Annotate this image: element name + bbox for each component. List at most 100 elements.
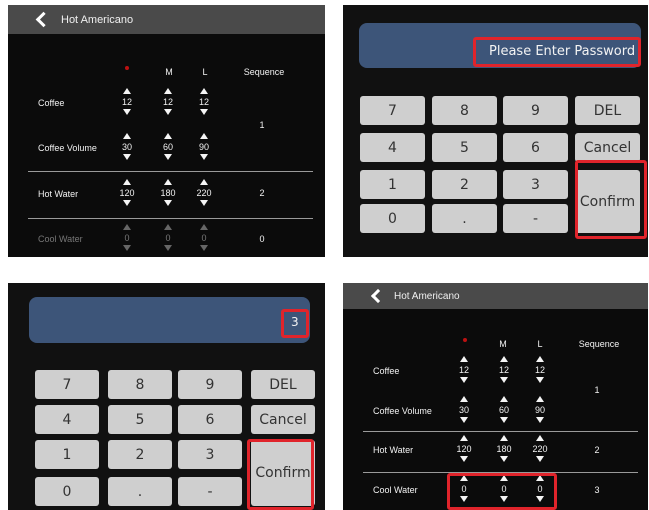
increase-arrow-icon[interactable] xyxy=(460,356,468,362)
column-sequence: Sequence xyxy=(243,67,285,77)
recipe-screen-after: Hot Americano M L Sequence Coffee 12 12 12 C… xyxy=(343,283,648,510)
row-value: 60 xyxy=(498,405,509,415)
increase-arrow-icon[interactable] xyxy=(500,356,508,362)
decrease-arrow-icon[interactable] xyxy=(536,456,544,462)
decrease-arrow-icon[interactable] xyxy=(500,417,508,423)
key-5[interactable]: 5 xyxy=(108,405,172,434)
confirm-highlight xyxy=(247,439,314,510)
key-del[interactable]: DEL xyxy=(251,370,315,399)
decrease-arrow-icon[interactable] xyxy=(164,154,172,160)
key-dot[interactable]: . xyxy=(108,477,172,506)
row-value: 12 xyxy=(162,97,173,107)
key-2[interactable]: 2 xyxy=(432,170,497,199)
confirm-highlight xyxy=(575,160,647,239)
key-dot[interactable]: . xyxy=(432,204,497,233)
decrease-arrow-icon[interactable] xyxy=(123,200,131,206)
increase-arrow-icon[interactable] xyxy=(164,133,172,139)
key-0[interactable]: 0 xyxy=(35,477,99,506)
key-cancel[interactable]: Cancel xyxy=(575,133,640,162)
increase-arrow-icon[interactable] xyxy=(460,435,468,441)
decrease-arrow-icon[interactable] xyxy=(200,154,208,160)
increase-arrow-icon[interactable] xyxy=(536,435,544,441)
key-7[interactable]: 7 xyxy=(360,96,425,125)
key-2[interactable]: 2 xyxy=(108,440,172,469)
increase-arrow-icon[interactable] xyxy=(123,133,131,139)
decrease-arrow-icon[interactable] xyxy=(123,154,131,160)
decrease-arrow-icon[interactable] xyxy=(536,377,544,383)
key-1[interactable]: 1 xyxy=(35,440,99,469)
key-9[interactable]: 9 xyxy=(178,370,242,399)
increase-arrow-icon[interactable] xyxy=(123,224,131,230)
row-value: 0 xyxy=(124,233,130,243)
entered-value: 3 xyxy=(291,315,299,329)
key-4[interactable]: 4 xyxy=(35,405,99,434)
row-value: 220 xyxy=(196,188,212,198)
key-6[interactable]: 6 xyxy=(503,133,568,162)
row-label: Coffee Volume xyxy=(373,406,432,416)
key-minus[interactable]: - xyxy=(178,477,242,506)
decrease-arrow-icon[interactable] xyxy=(536,417,544,423)
increase-arrow-icon[interactable] xyxy=(500,396,508,402)
decrease-arrow-icon[interactable] xyxy=(123,109,131,115)
key-1[interactable]: 1 xyxy=(360,170,425,199)
decrease-arrow-icon[interactable] xyxy=(500,377,508,383)
increase-arrow-icon[interactable] xyxy=(200,133,208,139)
sequence-value: 2 xyxy=(594,445,600,455)
key-3[interactable]: 3 xyxy=(503,170,568,199)
decrease-arrow-icon[interactable] xyxy=(500,456,508,462)
decrease-arrow-icon[interactable] xyxy=(200,200,208,206)
decrease-arrow-icon[interactable] xyxy=(200,245,208,251)
increase-arrow-icon[interactable] xyxy=(164,88,172,94)
decrease-arrow-icon[interactable] xyxy=(460,417,468,423)
title-bar: Hot Americano xyxy=(343,283,648,309)
increase-arrow-icon[interactable] xyxy=(536,356,544,362)
sequence-value: 1 xyxy=(594,385,600,395)
back-arrow-icon[interactable] xyxy=(370,288,386,304)
row-value: 30 xyxy=(121,142,132,152)
row-value: 30 xyxy=(458,405,469,415)
increase-arrow-icon[interactable] xyxy=(164,224,172,230)
row-label: Cool Water xyxy=(38,234,83,244)
increase-arrow-icon[interactable] xyxy=(200,179,208,185)
row-value: 60 xyxy=(162,142,173,152)
key-7[interactable]: 7 xyxy=(35,370,99,399)
row-value: 12 xyxy=(498,365,509,375)
decrease-arrow-icon[interactable] xyxy=(164,245,172,251)
increase-arrow-icon[interactable] xyxy=(200,88,208,94)
key-4[interactable]: 4 xyxy=(360,133,425,162)
increase-arrow-icon[interactable] xyxy=(123,179,131,185)
password-screen-empty: Please Enter Password 7 8 9 DEL 4 5 6 Cancel 1 2 3… xyxy=(343,5,648,257)
key-9[interactable]: 9 xyxy=(503,96,568,125)
key-del[interactable]: DEL xyxy=(575,96,640,125)
key-6[interactable]: 6 xyxy=(178,405,242,434)
increase-arrow-icon[interactable] xyxy=(460,396,468,402)
key-8[interactable]: 8 xyxy=(108,370,172,399)
key-3[interactable]: 3 xyxy=(178,440,242,469)
increase-arrow-icon[interactable] xyxy=(200,224,208,230)
decrease-arrow-icon[interactable] xyxy=(164,200,172,206)
decrease-arrow-icon[interactable] xyxy=(200,109,208,115)
key-cancel[interactable]: Cancel xyxy=(251,405,315,434)
row-value: 90 xyxy=(534,405,545,415)
row-value: 120 xyxy=(456,444,472,454)
key-minus[interactable]: - xyxy=(503,204,568,233)
row-label: Coffee xyxy=(373,366,400,376)
increase-arrow-icon[interactable] xyxy=(123,88,131,94)
decrease-arrow-icon[interactable] xyxy=(460,377,468,383)
increase-arrow-icon[interactable] xyxy=(536,396,544,402)
key-8[interactable]: 8 xyxy=(432,96,497,125)
row-value: 12 xyxy=(458,365,469,375)
decrease-arrow-icon[interactable] xyxy=(164,109,172,115)
key-0[interactable]: 0 xyxy=(360,204,425,233)
increase-arrow-icon[interactable] xyxy=(500,435,508,441)
increase-arrow-icon[interactable] xyxy=(164,179,172,185)
decrease-arrow-icon[interactable] xyxy=(460,456,468,462)
back-arrow-icon[interactable] xyxy=(35,11,52,28)
sequence-value: 1 xyxy=(259,120,265,130)
key-5[interactable]: 5 xyxy=(432,133,497,162)
decrease-arrow-icon[interactable] xyxy=(123,245,131,251)
column-m: M xyxy=(165,67,173,77)
row-value: 12 xyxy=(121,97,132,107)
sequence-value: 2 xyxy=(259,188,265,198)
size-s-marker xyxy=(125,66,129,70)
